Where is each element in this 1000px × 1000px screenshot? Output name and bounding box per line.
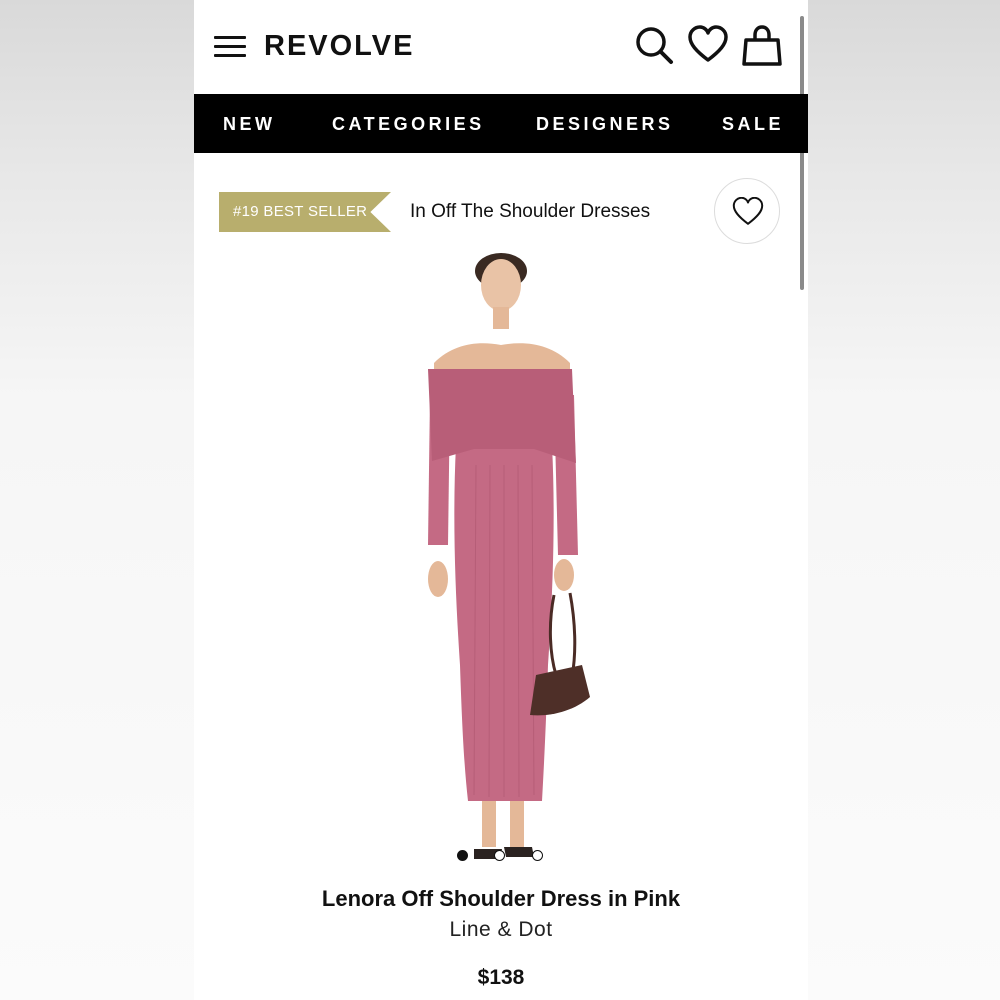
nav-item-categories[interactable]: CATEGORIES: [332, 94, 485, 153]
carousel-dot-1[interactable]: [457, 850, 468, 861]
product-price: $138: [477, 966, 525, 989]
badge-category-text[interactable]: In Off The Shoulder Dresses: [410, 199, 650, 225]
site-header: REVOLVE: [194, 0, 808, 94]
heart-icon: [732, 197, 764, 225]
heart-icon[interactable]: [688, 24, 728, 68]
add-to-wishlist-button[interactable]: [714, 178, 780, 244]
search-icon[interactable]: [634, 24, 674, 68]
product-image[interactable]: [404, 245, 604, 875]
shopping-bag-icon[interactable]: [742, 24, 782, 68]
scrollbar[interactable]: [800, 16, 804, 290]
nav-item-sale[interactable]: SALE: [722, 94, 784, 153]
best-seller-badge: #19 BEST SELLER: [219, 192, 391, 232]
background-right: [808, 0, 1000, 1000]
phone-screen: REVOLVE NEW CATEGORIES DESIGNERS SALE #1…: [194, 0, 808, 1000]
background-left: [0, 0, 194, 1000]
carousel-dot-2[interactable]: [494, 850, 505, 861]
site-logo[interactable]: REVOLVE: [264, 26, 414, 66]
carousel-dot-3[interactable]: [532, 850, 543, 861]
product-brand[interactable]: Line & Dot: [194, 915, 808, 945]
product-name[interactable]: Lenora Off Shoulder Dress in Pink: [194, 884, 808, 914]
hamburger-menu-icon[interactable]: [214, 36, 246, 58]
nav-item-designers[interactable]: DESIGNERS: [536, 94, 674, 153]
nav-item-new[interactable]: NEW: [223, 94, 276, 153]
main-nav: NEW CATEGORIES DESIGNERS SALE: [194, 94, 808, 153]
